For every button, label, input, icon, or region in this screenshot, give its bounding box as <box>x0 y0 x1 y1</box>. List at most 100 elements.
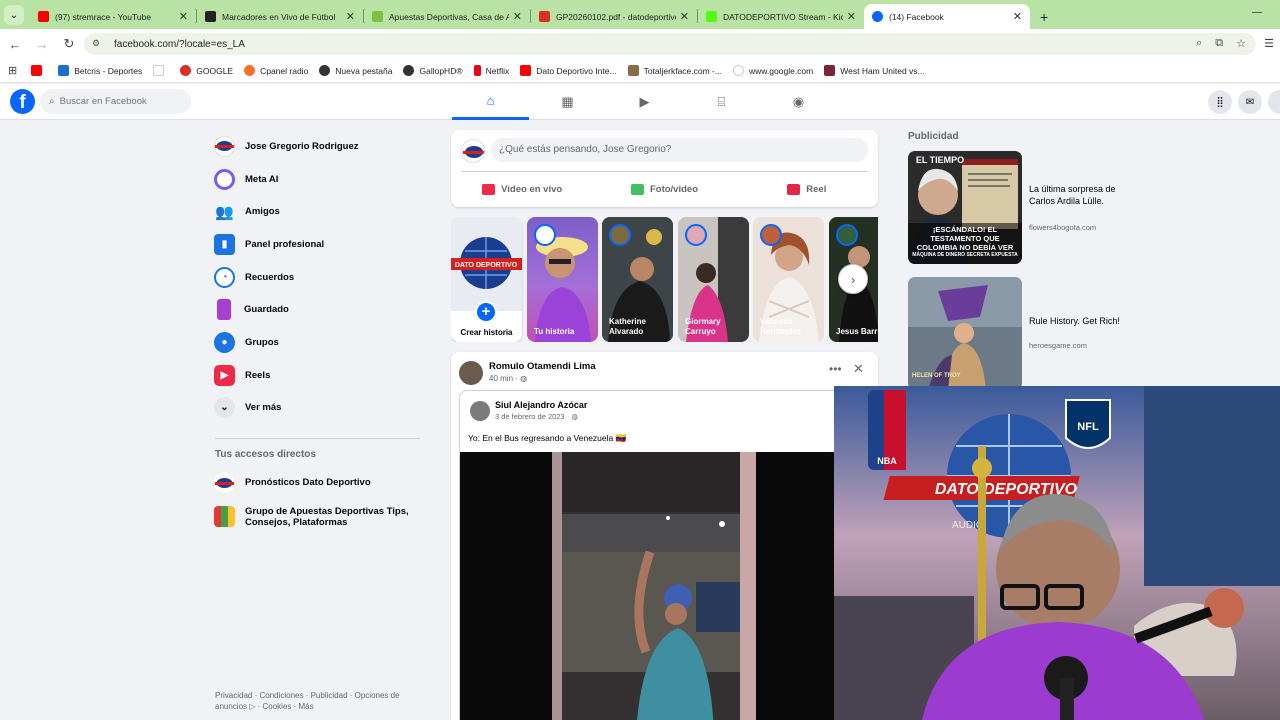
tab-facebook[interactable]: (14) Facebook ✕ <box>864 4 1030 29</box>
cpanel-icon <box>244 65 256 76</box>
apuestas-icon <box>372 11 383 22</box>
sidebar-item-memories[interactable]: ◔ Recuerdos <box>214 261 429 294</box>
close-tab-icon[interactable]: ✕ <box>346 10 355 23</box>
bookmark-west-ham[interactable]: West Ham United vs... <box>824 65 925 76</box>
story-card[interactable]: Giormary Carruyo <box>678 217 749 342</box>
story-avatar <box>685 224 707 246</box>
menu-grid-button[interactable]: ⣿ <box>1208 90 1232 114</box>
new-tab-button[interactable]: + <box>1040 9 1048 25</box>
nav-video[interactable]: ▶ <box>606 84 683 120</box>
shortcut-pronosticos[interactable]: Pronósticos Dato Deportivo <box>214 466 429 499</box>
bookmark-cpanel[interactable]: Cpanel radio <box>244 65 308 76</box>
tab-marcadores[interactable]: Marcadores en Vivo de Fútbol ✕ <box>197 4 363 29</box>
google-icon <box>153 65 165 76</box>
post-options-icon[interactable]: ••• <box>829 362 842 376</box>
notifications-button[interactable] <box>1268 90 1280 114</box>
shared-author-name[interactable]: Siul Alejandro Azócar <box>495 400 587 410</box>
hide-post-icon[interactable]: ✕ <box>853 361 864 377</box>
shortcut-grupo-apuestas[interactable]: Grupo de Apuestas Deportivas Tips, Conse… <box>214 499 429 535</box>
sidebar-item-groups[interactable]: ● Grupos <box>214 326 429 359</box>
story-card[interactable]: Vanessa Hernandez <box>753 217 824 342</box>
bookmark-dato-deportivo[interactable]: Dato Deportivo Inte... <box>520 65 617 76</box>
reel-button[interactable]: Reel <box>736 176 878 202</box>
post-composer: ¿Qué estás pensando, Jose Gregorio? Vide… <box>451 130 878 207</box>
bookmark-google-com[interactable]: www.google.com <box>732 65 813 76</box>
story-card[interactable]: Katherine Alvarado <box>602 217 673 342</box>
search-input[interactable] <box>59 96 180 107</box>
site-info-icon[interactable]: ⚙ <box>92 38 104 50</box>
messenger-button[interactable]: ✉ <box>1238 90 1262 114</box>
close-tab-icon[interactable]: ✕ <box>179 10 188 23</box>
live-video-button[interactable]: Video en vivo <box>451 176 593 202</box>
dashboard-icon: ▦ <box>561 94 574 109</box>
nav-professional[interactable]: ▦ <box>529 84 606 120</box>
bookmark-gallophd[interactable]: GallopHD® <box>403 65 463 76</box>
reload-button[interactable]: ↻ <box>57 36 81 52</box>
gmail-icon <box>539 11 550 22</box>
ad-item[interactable]: HELEN OF TROY Rule History. Get Rich! he… <box>908 277 1138 403</box>
shared-post-text: Yo: En el Bus regresando a Venezuela 🇻🇪 <box>468 433 627 443</box>
close-tab-icon[interactable]: ✕ <box>847 10 856 23</box>
composer-input[interactable]: ¿Qué estás pensando, Jose Gregorio? <box>491 138 868 162</box>
photo-video-button[interactable]: Foto/video <box>593 176 735 202</box>
sidebar-item-meta-ai[interactable]: Meta AI <box>214 163 429 196</box>
zoom-icon[interactable]: ⌕ <box>1196 37 1202 50</box>
browser-menu-icon[interactable]: ☰ <box>1264 37 1274 50</box>
bookmark-google[interactable]: GOOGLE <box>180 65 233 76</box>
nav-home[interactable]: ⌂ <box>452 84 529 120</box>
sidebar-item-friends[interactable]: 👥 Amigos <box>214 195 429 228</box>
sidebar-item-profile[interactable]: Jose Gregorio Rodriguez <box>214 130 429 163</box>
forward-button[interactable]: → <box>30 37 54 52</box>
ad-title[interactable]: La última sorpresa de Carlos Ardila Lüll… <box>1029 183 1124 207</box>
minimize-icon[interactable]: — <box>1252 7 1262 18</box>
tab-apuestas[interactable]: Apuestas Deportivas, Casa de A ✕ <box>364 4 530 29</box>
sidebar-item-reels[interactable]: ▶ Reels <box>214 359 429 392</box>
bookmark-netflix[interactable]: Netflix <box>473 65 509 76</box>
ad-item[interactable]: EL TIEMPO ¡ESCÁNDALO! EL TESTAMENTO QUE … <box>908 151 1138 277</box>
sidebar-item-professional-dashboard[interactable]: ▮ Panel profesional <box>214 228 429 261</box>
facebook-logo[interactable]: f <box>10 89 35 114</box>
close-tab-icon[interactable]: ✕ <box>1013 10 1022 23</box>
close-tab-icon[interactable]: ✕ <box>513 10 522 23</box>
tab-search-button[interactable]: ⌄ <box>4 5 24 25</box>
bookmark-betcris[interactable]: Betcris - Deportes <box>58 65 142 76</box>
netflix-icon <box>473 65 481 76</box>
clock-icon: ◔ <box>214 266 235 288</box>
post-author-avatar[interactable] <box>459 361 483 385</box>
nav-marketplace[interactable]: ⌸ <box>683 84 760 120</box>
search-box[interactable]: ⌕ <box>40 89 191 114</box>
shared-author-avatar[interactable] <box>470 401 490 421</box>
facebook-icon <box>872 11 883 22</box>
composer-avatar[interactable] <box>461 139 485 163</box>
footer-links[interactable]: Privacidad · Condiciones · Publicidad · … <box>215 690 415 712</box>
sidebar-item-saved[interactable]: Guardado <box>214 293 429 326</box>
create-story-card[interactable]: DATO DEPORTIVO + Crear historia <box>451 217 522 342</box>
story-card[interactable]: Tu historia <box>527 217 598 342</box>
bookmark-google-g[interactable] <box>153 65 169 76</box>
post-author-name[interactable]: Romulo Otamendi Lima <box>489 361 596 372</box>
sidebar-item-see-more[interactable]: ⌄ Ver más <box>214 392 429 425</box>
bookmark-youtube[interactable] <box>31 65 47 76</box>
bookmark-totaljerkface[interactable]: Totaljerkface.com -... <box>627 65 722 76</box>
groups-icon: ● <box>214 331 235 353</box>
address-bar[interactable]: ⚙ facebook.com/?locale=es_LA ⌕ ⧉ ☆ <box>84 33 1256 55</box>
nav-gaming[interactable]: ◉ <box>760 84 837 120</box>
bookmark-nueva-pestana[interactable]: Nueva pestaña <box>319 65 392 76</box>
tab-youtube[interactable]: (97) stremrace - YouTube ✕ <box>30 4 196 29</box>
shared-post: Siul Alejandro Azócar 3 de febrero de 20… <box>459 390 878 720</box>
stories-next-button[interactable]: › <box>838 264 868 294</box>
photo-icon <box>630 183 644 195</box>
tab-pdf[interactable]: GP20260102.pdf - datodeportivo ✕ <box>531 4 697 29</box>
home-icon: ⌂ <box>486 93 495 108</box>
install-icon[interactable]: ⧉ <box>1215 37 1223 50</box>
store-icon: ⌸ <box>717 94 726 109</box>
bookmark-star-icon[interactable]: ☆ <box>1236 37 1246 50</box>
story-name: Vanessa Hernandez <box>760 317 801 336</box>
close-tab-icon[interactable]: ✕ <box>680 10 689 23</box>
post-video[interactable] <box>460 452 877 720</box>
west-ham-icon <box>824 65 836 76</box>
tab-kick[interactable]: DATODEPORTIVO Stream - Kick ✕ <box>698 4 864 29</box>
ad-title[interactable]: Rule History. Get Rich! <box>1029 315 1124 327</box>
apps-grid-icon[interactable]: ⊞ <box>8 64 17 77</box>
back-button[interactable]: ← <box>3 37 27 52</box>
